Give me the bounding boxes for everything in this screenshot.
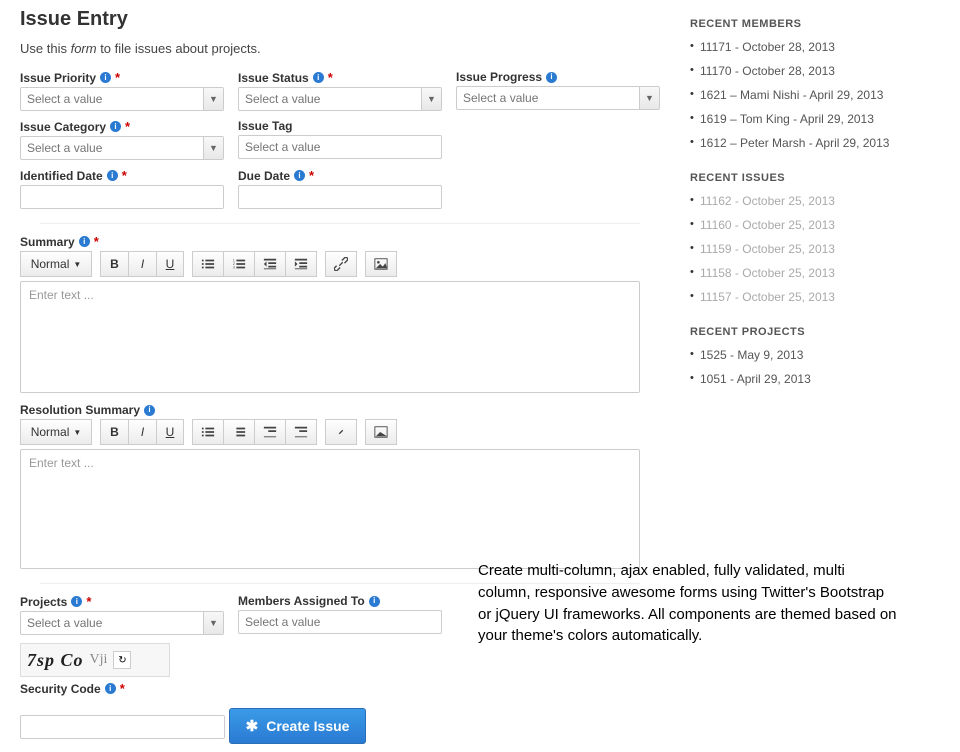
list-ul-button[interactable] — [192, 251, 223, 277]
required-icon: * — [115, 70, 120, 85]
list-item[interactable]: 11170 - October 28, 2013 — [690, 64, 940, 78]
required-icon: * — [120, 681, 125, 696]
members-label: Members Assigned Toi — [238, 594, 442, 608]
projects-select[interactable]: ▼ — [20, 611, 224, 635]
resolution-editor[interactable]: Enter text ... — [20, 449, 640, 569]
projects-label: Projectsi* — [20, 594, 224, 609]
image-button[interactable] — [365, 419, 397, 445]
chevron-down-icon[interactable]: ▼ — [203, 612, 223, 634]
info-icon[interactable]: i — [71, 596, 82, 607]
info-icon[interactable]: i — [369, 596, 380, 607]
recent-members-heading: RECENT MEMBERS — [690, 18, 940, 30]
required-icon: * — [125, 119, 130, 134]
chevron-down-icon[interactable]: ▼ — [203, 88, 223, 110]
list-item[interactable]: 11160 - October 25, 2013 — [690, 218, 940, 232]
list-item[interactable]: 11162 - October 25, 2013 — [690, 194, 940, 208]
info-icon[interactable]: i — [546, 72, 557, 83]
category-select[interactable]: ▼ — [20, 136, 224, 160]
page-title: Issue Entry — [20, 8, 660, 31]
recent-issues-heading: RECENT ISSUES — [690, 172, 940, 184]
priority-select[interactable]: ▼ — [20, 87, 224, 111]
indent-button[interactable] — [285, 419, 317, 445]
summary-editor[interactable]: Enter text ... — [20, 281, 640, 393]
list-item[interactable]: 11158 - October 25, 2013 — [690, 266, 940, 280]
promo-text: Create multi-column, ajax enabled, fully… — [478, 560, 898, 647]
info-icon[interactable]: i — [144, 405, 155, 416]
list-ul-button[interactable] — [192, 419, 223, 445]
list-item[interactable]: 1619 – Tom King - April 29, 2013 — [690, 112, 940, 126]
outdent-button[interactable] — [254, 251, 285, 277]
captcha: 7sp Co Vji ↻ — [20, 643, 170, 677]
identified-date-input[interactable] — [20, 185, 224, 209]
list-ol-button[interactable] — [223, 419, 254, 445]
underline-button[interactable]: U — [156, 419, 184, 445]
status-select[interactable]: ▼ — [238, 87, 442, 111]
italic-button[interactable]: I — [128, 251, 156, 277]
recent-issues-list: 11162 - October 25, 2013 11160 - October… — [690, 194, 940, 304]
divider — [40, 223, 640, 224]
chevron-down-icon[interactable]: ▼ — [639, 87, 659, 109]
required-icon: * — [122, 168, 127, 183]
info-icon[interactable]: i — [110, 121, 121, 132]
intro-text: Use this form to file issues about proje… — [20, 41, 660, 56]
due-date-input[interactable] — [238, 185, 442, 209]
list-item[interactable]: 1525 - May 9, 2013 — [690, 348, 940, 362]
summary-label: Summaryi* — [20, 234, 660, 249]
recent-members-list: 11171 - October 28, 2013 11170 - October… — [690, 40, 940, 150]
style-dropdown[interactable]: Normal ▼ — [20, 419, 92, 445]
required-icon: * — [94, 234, 99, 249]
indent-button[interactable] — [285, 251, 317, 277]
security-label: Security Codei* — [20, 681, 660, 696]
list-item[interactable]: 11157 - October 25, 2013 — [690, 290, 940, 304]
recent-projects-heading: RECENT PROJECTS — [690, 326, 940, 338]
captcha-text: 7sp Co — [27, 650, 84, 671]
required-icon: * — [86, 594, 91, 609]
chevron-down-icon[interactable]: ▼ — [421, 88, 441, 110]
info-icon[interactable]: i — [105, 683, 116, 694]
info-icon[interactable]: i — [107, 170, 118, 181]
summary-toolbar: Normal ▼ B I U 123 — [20, 251, 660, 277]
priority-label: Issue Priorityi* — [20, 70, 224, 85]
bold-button[interactable]: B — [100, 251, 128, 277]
captcha-refresh-button[interactable]: ↻ — [113, 651, 131, 669]
list-item[interactable]: 1051 - April 29, 2013 — [690, 372, 940, 386]
list-ol-button[interactable]: 123 — [223, 251, 254, 277]
underline-button[interactable]: U — [156, 251, 184, 277]
style-dropdown[interactable]: Normal ▼ — [20, 251, 92, 277]
create-issue-button[interactable]: ✱Create Issue — [229, 708, 367, 744]
resolution-toolbar: Normal ▼ B I U — [20, 419, 660, 445]
status-label: Issue Statusi* — [238, 70, 442, 85]
link-button[interactable] — [325, 251, 357, 277]
tag-input[interactable] — [238, 135, 442, 159]
bold-button[interactable]: B — [100, 419, 128, 445]
security-code-input[interactable] — [20, 715, 225, 739]
info-icon[interactable]: i — [79, 236, 90, 247]
list-item[interactable]: 11159 - October 25, 2013 — [690, 242, 940, 256]
link-button[interactable] — [325, 419, 357, 445]
identified-label: Identified Datei* — [20, 168, 224, 183]
info-icon[interactable]: i — [294, 170, 305, 181]
tag-label: Issue Tag — [238, 119, 442, 133]
list-item[interactable]: 1621 – Mami Nishi - April 29, 2013 — [690, 88, 940, 102]
svg-text:3: 3 — [233, 265, 235, 269]
category-label: Issue Categoryi* — [20, 119, 224, 134]
italic-button[interactable]: I — [128, 419, 156, 445]
info-icon[interactable]: i — [100, 72, 111, 83]
image-button[interactable] — [365, 251, 397, 277]
resolution-label: Resolution Summaryi — [20, 403, 660, 417]
due-label: Due Datei* — [238, 168, 442, 183]
progress-label: Issue Progressi — [456, 70, 660, 84]
chevron-down-icon[interactable]: ▼ — [203, 137, 223, 159]
list-item[interactable]: 1612 – Peter Marsh - April 29, 2013 — [690, 136, 940, 150]
required-icon: * — [309, 168, 314, 183]
progress-select[interactable]: ▼ — [456, 86, 660, 110]
list-item[interactable]: 11171 - October 28, 2013 — [690, 40, 940, 54]
info-icon[interactable]: i — [313, 72, 324, 83]
required-icon: * — [328, 70, 333, 85]
outdent-button[interactable] — [254, 419, 285, 445]
recent-projects-list: 1525 - May 9, 2013 1051 - April 29, 2013 — [690, 348, 940, 386]
members-input[interactable] — [238, 610, 442, 634]
